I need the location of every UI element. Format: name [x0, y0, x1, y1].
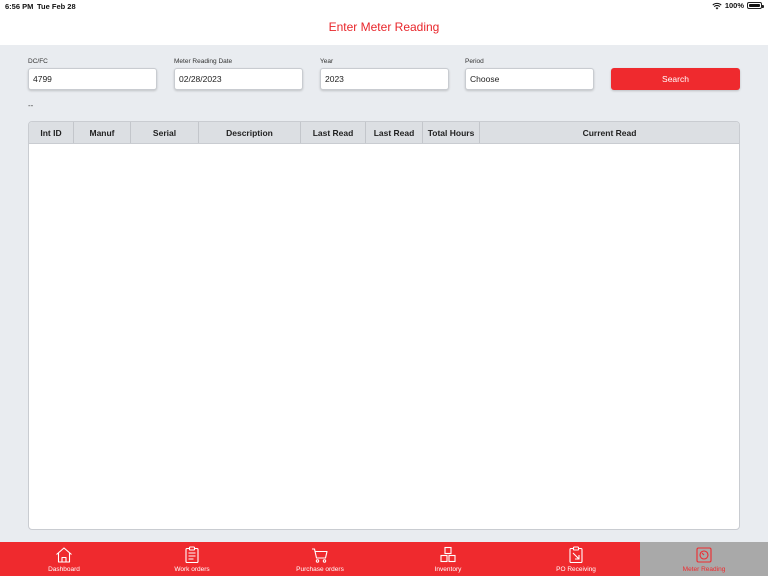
tab-meter-reading[interactable]: Meter Reading [640, 542, 768, 576]
tab-label: Work orders [174, 566, 210, 573]
tab-inventory[interactable]: Inventory [384, 542, 512, 576]
col-last-read-1[interactable]: Last Read [301, 122, 366, 143]
search-button[interactable]: Search [611, 68, 740, 90]
meter-table: Int ID Manuf Serial Description Last Rea… [28, 121, 740, 530]
receiving-icon [569, 546, 583, 564]
col-manuf[interactable]: Manuf [74, 122, 131, 143]
period-select[interactable]: Choose [465, 68, 594, 90]
tab-bar: Dashboard Work orders Purchase orders In… [0, 542, 768, 576]
meter-icon [696, 547, 712, 563]
tab-label: Purchase orders [296, 566, 344, 573]
tab-work-orders[interactable]: Work orders [128, 542, 256, 576]
status-text: -- [28, 101, 34, 110]
col-description[interactable]: Description [199, 122, 301, 143]
page-title: Enter Meter Reading [328, 20, 440, 34]
meter-date-label: Meter Reading Date [174, 58, 233, 65]
meter-date-field[interactable]: 02/28/2023 [174, 68, 303, 90]
status-time: 6:56 PM [5, 2, 34, 11]
col-serial[interactable]: Serial [131, 122, 199, 143]
period-label: Period [465, 58, 484, 65]
tab-label: Meter Reading [682, 566, 726, 573]
clipboard-icon [185, 546, 199, 564]
col-int-id[interactable]: Int ID [29, 122, 74, 143]
boxes-icon [440, 546, 456, 563]
battery-icon [747, 2, 764, 9]
year-field[interactable]: 2023 [320, 68, 449, 90]
col-last-read-2[interactable]: Last Read [366, 122, 423, 143]
tab-label: Inventory [434, 566, 462, 573]
battery-percent: 100% [724, 1, 744, 10]
dcfc-label: DC/FC [28, 58, 48, 65]
cart-icon [312, 548, 328, 563]
header: Enter Meter Reading [0, 12, 768, 45]
col-total-hours[interactable]: Total Hours [423, 122, 480, 143]
table-header: Int ID Manuf Serial Description Last Rea… [29, 122, 739, 144]
status-date: Tue Feb 28 [37, 2, 76, 11]
dcfc-field[interactable]: 4799 [28, 68, 157, 90]
status-bar: 6:56 PM Tue Feb 28 100% [0, 0, 768, 12]
status-right: 100% [712, 1, 764, 10]
tab-po-receiving[interactable]: PO Receiving [512, 542, 640, 576]
col-current-read[interactable]: Current Read [480, 122, 739, 143]
tab-label: Dashboard [48, 566, 80, 573]
tab-label: PO Receiving [556, 566, 596, 573]
home-icon [56, 547, 72, 563]
tab-purchase-orders[interactable]: Purchase orders [256, 542, 384, 576]
wifi-icon [712, 2, 722, 9]
tab-dashboard[interactable]: Dashboard [0, 542, 128, 576]
year-label: Year [320, 58, 334, 65]
